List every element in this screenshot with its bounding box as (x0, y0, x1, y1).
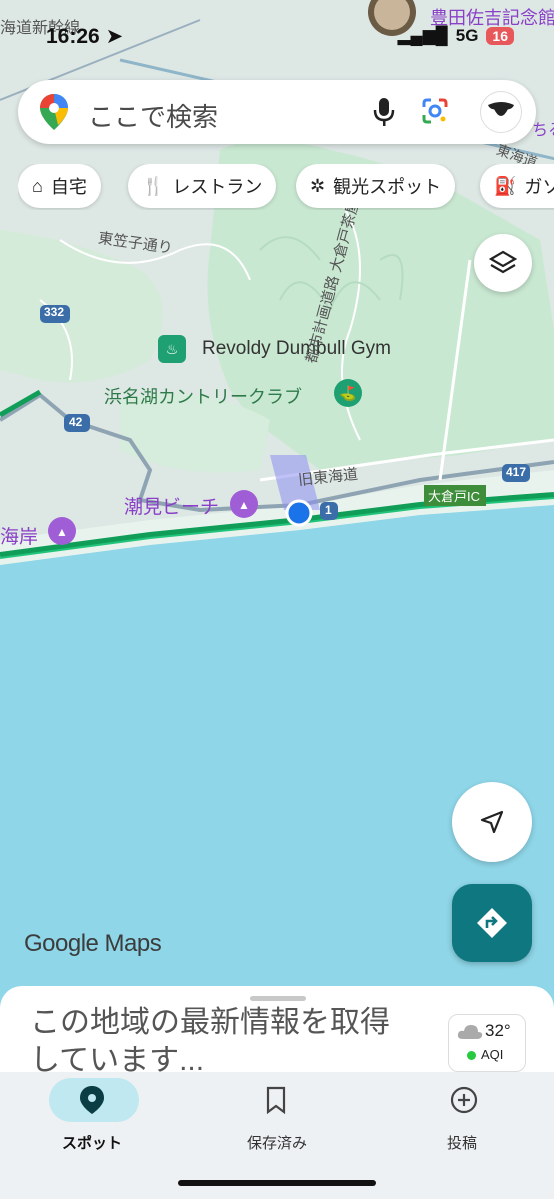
nav-saved-label: 保存済み (246, 1135, 307, 1152)
route-332-label: 332 (44, 305, 65, 319)
nav-spots-label: スポット (61, 1135, 122, 1152)
google-maps-watermark: Google Maps (24, 930, 162, 957)
beach-marker-icon: ▲ (230, 490, 258, 518)
sheet-drag-handle[interactable] (250, 996, 306, 1001)
golf-marker-icon: ⛳ (334, 379, 362, 407)
route-1-label: 1 (325, 503, 332, 517)
add-circle-icon (450, 1086, 478, 1114)
chip-home-label: 自宅 (50, 177, 87, 197)
location-arrow-icon: ➤ (105, 25, 124, 48)
status-time: 16:26 ➤ (46, 25, 124, 48)
route-417-label: 417 (506, 465, 527, 479)
signal-icon: ▂▄▆█ (397, 26, 448, 45)
svg-text:▲: ▲ (56, 525, 68, 539)
battery-indicator: 16 (486, 27, 514, 45)
directions-icon (477, 908, 507, 938)
category-chips: ⌂ 自宅 🍴 レストラン ✲ 観光スポット ⛽ ガソ (18, 164, 554, 210)
gym-marker-icon: ♨ (158, 335, 186, 363)
mic-icon[interactable] (370, 96, 398, 128)
aqi-label: AQI (481, 1047, 504, 1062)
current-location-dot (285, 499, 313, 527)
chip-gas-label: ガソ (524, 177, 554, 197)
layers-icon (489, 250, 517, 274)
coast-marker-icon: ▲ (48, 517, 76, 545)
chip-restaurant-label: レストラン (172, 177, 263, 197)
nav-saved[interactable]: 保存済み (207, 1076, 347, 1156)
home-icon: ⌂ (32, 175, 43, 196)
status-bar: 16:26 ➤ ▂▄▆█ 5G 16 (0, 22, 554, 52)
network-label: 5G (455, 26, 479, 45)
weather-widget[interactable]: 32° AQI (448, 1014, 526, 1072)
nav-spots[interactable]: スポット (22, 1076, 162, 1156)
search-input[interactable]: ここで検索 (88, 97, 218, 134)
search-bar[interactable]: ここで検索 (18, 80, 536, 144)
google-lens-icon[interactable] (420, 96, 450, 126)
location-pin-icon (80, 1086, 104, 1114)
bookmark-icon (266, 1086, 286, 1114)
svg-text:♨: ♨ (166, 341, 179, 357)
fork-knife-icon: 🍴 (142, 175, 165, 196)
svg-text:⛳: ⛳ (339, 385, 356, 402)
nav-post-label: 投稿 (446, 1135, 477, 1152)
my-location-button[interactable] (452, 782, 532, 862)
cloud-icon (457, 1025, 483, 1039)
chip-home[interactable]: ⌂ 自宅 (18, 164, 101, 208)
chip-gas[interactable]: ⛽ ガソ (480, 164, 554, 208)
map-label-country-club[interactable]: 浜名湖カントリークラブ (104, 383, 302, 409)
nav-post[interactable]: 投稿 (392, 1076, 532, 1156)
svg-text:▲: ▲ (238, 498, 250, 512)
directions-button[interactable] (452, 884, 532, 962)
map-label-beach[interactable]: 潮見ビーチ (124, 492, 219, 519)
gas-station-icon: ⛽ (494, 175, 517, 196)
chip-sightseeing-label: 観光スポット (333, 177, 442, 197)
map-label-coast[interactable]: 海岸 (0, 522, 38, 549)
layers-button[interactable] (474, 234, 532, 292)
map-label-ic: 大倉戸IC (428, 489, 481, 504)
map-label-right-edge: ちる (532, 122, 554, 139)
chip-restaurant[interactable]: 🍴 レストラン (128, 164, 277, 208)
google-maps-pin-icon (40, 94, 68, 130)
status-indicators: ▂▄▆█ 5G 16 (397, 26, 514, 46)
temperature: 32° (485, 1021, 511, 1040)
route-42-label: 42 (69, 415, 83, 429)
tongue-logo-icon (488, 102, 514, 116)
sheet-loading-text: この地域の最新情報を取得しています... (30, 1006, 390, 1077)
home-indicator (178, 1180, 376, 1186)
ferris-wheel-icon: ✲ (310, 175, 326, 196)
aqi-status-dot (467, 1051, 476, 1060)
chip-sightseeing[interactable]: ✲ 観光スポット (296, 164, 456, 208)
account-avatar[interactable] (480, 91, 522, 133)
navigation-arrow-icon (480, 810, 504, 834)
map-label-gym[interactable]: Revoldy Dumbull Gym (202, 338, 391, 360)
